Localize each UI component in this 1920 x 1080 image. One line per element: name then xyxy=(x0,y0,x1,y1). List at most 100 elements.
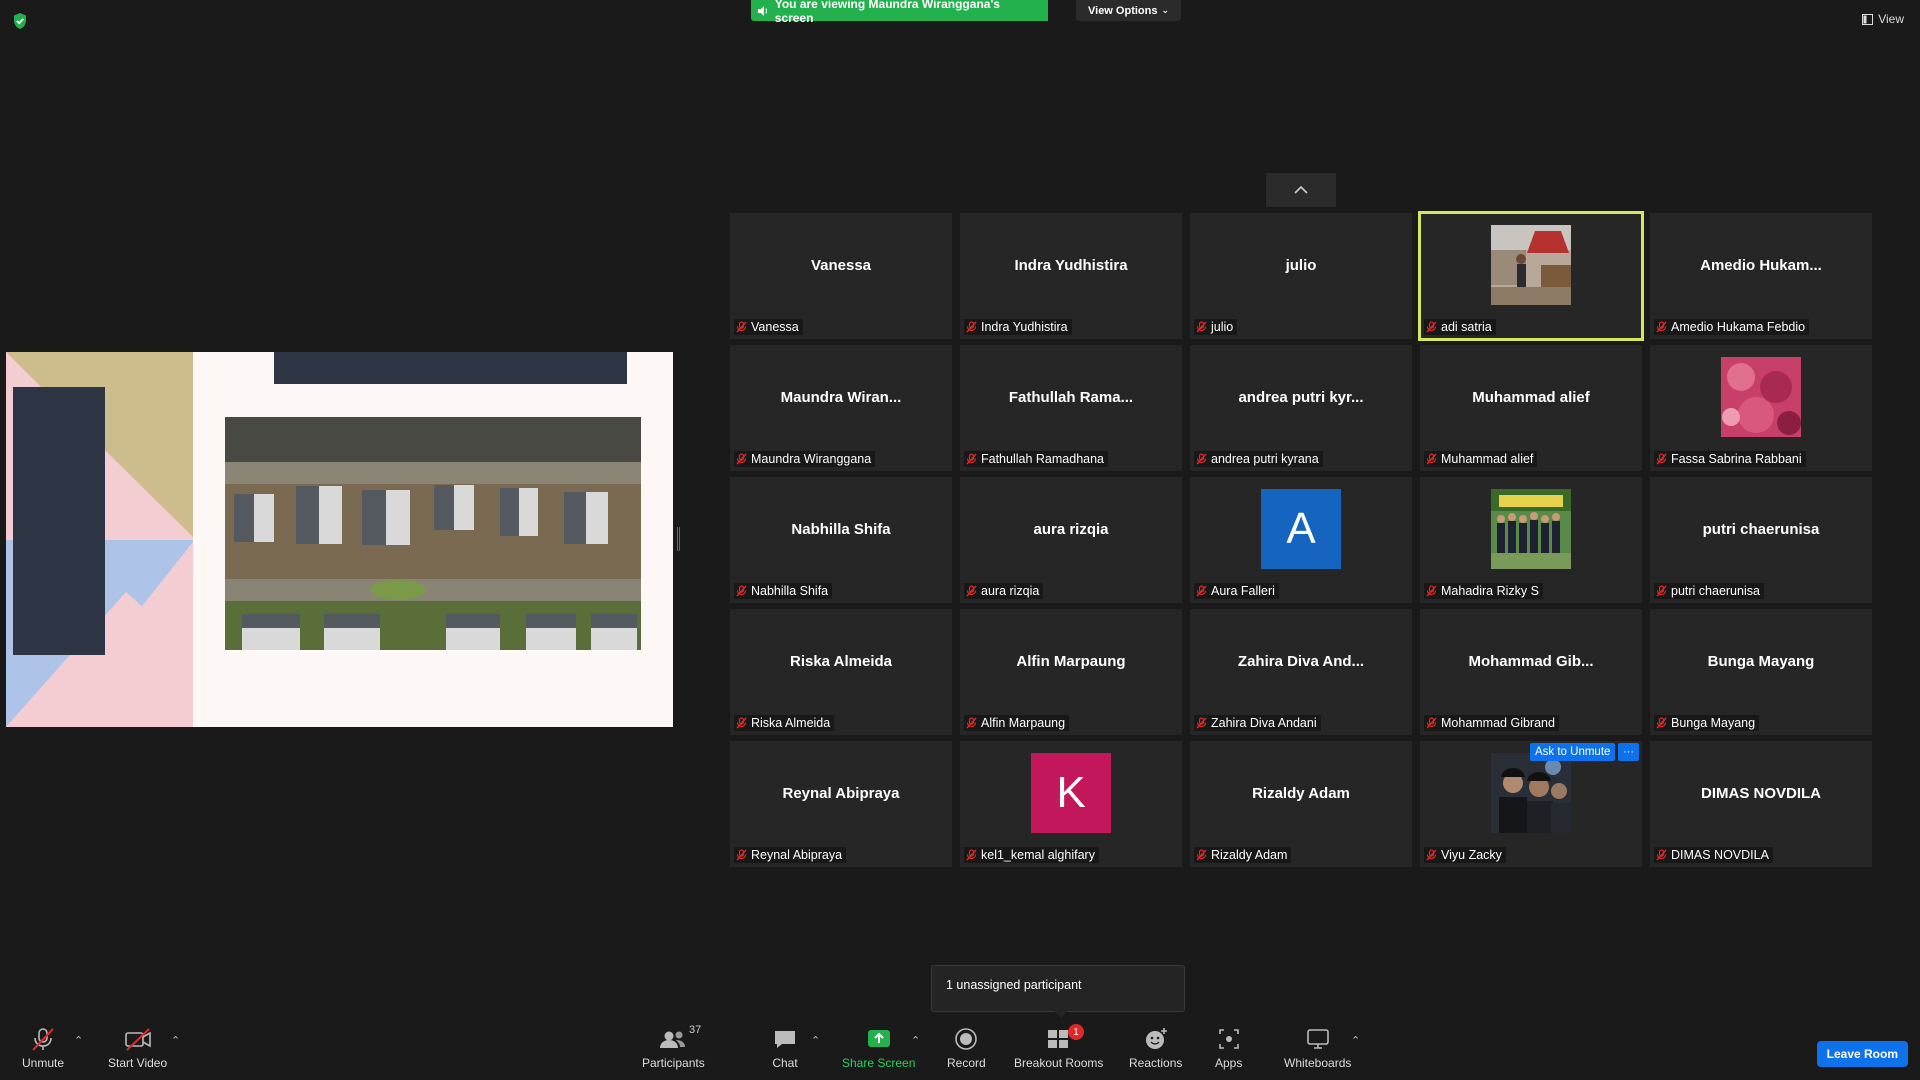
shared-slide xyxy=(6,352,673,727)
share-options-caret-icon[interactable]: ⌃ xyxy=(911,1034,920,1047)
participant-tile[interactable]: Zahira Diva And... Zahira Diva Andani xyxy=(1190,609,1412,735)
split-divider-handle[interactable] xyxy=(677,527,680,551)
breakout-rooms-button[interactable]: Breakout Rooms xyxy=(1014,1026,1103,1070)
participant-name-label: julio xyxy=(1194,319,1238,335)
audio-options-caret-icon[interactable]: ⌃ xyxy=(74,1034,83,1047)
participant-name: Muhammad alief xyxy=(1441,452,1534,466)
participant-name: andrea putri kyrana xyxy=(1211,452,1319,466)
participant-tile[interactable]: A Aura Falleri xyxy=(1190,477,1412,603)
participant-tile[interactable]: Fassa Sabrina Rabbani xyxy=(1650,345,1872,471)
tile-center: julio xyxy=(1190,213,1412,317)
friends-photo xyxy=(1491,753,1571,833)
video-options-caret-icon[interactable]: ⌃ xyxy=(171,1034,180,1047)
participant-tile[interactable]: aura rizqia aura rizqia xyxy=(960,477,1182,603)
unmute-button[interactable]: Unmute xyxy=(22,1026,64,1070)
participant-tile[interactable]: putri chaerunisa putri chaerunisa xyxy=(1650,477,1872,603)
apps-button[interactable]: Apps xyxy=(1215,1026,1242,1070)
microphone-muted-icon xyxy=(32,1028,54,1051)
view-button[interactable]: View xyxy=(1862,12,1904,26)
video-off-icon xyxy=(124,1028,151,1051)
view-options-button[interactable]: View Options ⌄ xyxy=(1076,0,1182,21)
participant-display-name: Fathullah Rama... xyxy=(1008,388,1134,406)
participant-tile[interactable]: Mohammad Gib... Mohammad Gibrand xyxy=(1420,609,1642,735)
participant-name: aura rizqia xyxy=(981,584,1040,598)
ask-to-unmute-label: Ask to Unmute xyxy=(1535,746,1611,758)
chevron-up-icon xyxy=(1294,185,1308,194)
tile-center: Bunga Mayang xyxy=(1650,609,1872,713)
participant-tile[interactable]: Reynal Abipraya Reynal Abipraya xyxy=(730,741,952,867)
more-options-button[interactable]: ··· xyxy=(1618,743,1639,761)
tile-center: aura rizqia xyxy=(960,477,1182,581)
tile-center: Alfin Marpaung xyxy=(960,609,1182,713)
unmute-label: Unmute xyxy=(22,1056,65,1070)
participant-display-name: DIMAS NOVDILA xyxy=(1701,784,1821,802)
participant-tile[interactable]: DIMAS NOVDILA DIMAS NOVDILA xyxy=(1650,741,1872,867)
smiley-icon xyxy=(1145,1028,1167,1049)
participant-name: Fassa Sabrina Rabbani xyxy=(1671,452,1802,466)
participants-count: 37 xyxy=(689,1024,702,1036)
whiteboards-button[interactable]: Whiteboards xyxy=(1284,1026,1351,1070)
scroll-up-button[interactable] xyxy=(1266,173,1336,207)
participant-display-name: Bunga Mayang xyxy=(1707,652,1815,670)
participant-name: DIMAS NOVDILA xyxy=(1671,848,1769,862)
microphone-muted-icon xyxy=(1656,453,1667,465)
participant-tile[interactable]: Amedio Hukam... Amedio Hukama Febdio xyxy=(1650,213,1872,339)
tile-center xyxy=(1420,213,1642,317)
viewing-text: You are viewing Maundra Wiranggana's scr… xyxy=(774,0,1000,25)
participant-tile[interactable]: Kkel1_kemal alghifary xyxy=(960,741,1182,867)
participant-tile[interactable]: Viyu Zacky Ask to Unmute ··· xyxy=(1420,741,1642,867)
participant-name-label: Reynal Abipraya xyxy=(734,847,847,863)
participant-name-label: Fassa Sabrina Rabbani xyxy=(1654,451,1806,467)
start-video-button[interactable]: Start Video xyxy=(108,1026,167,1070)
participant-tile[interactable]: Bunga Mayang Bunga Mayang xyxy=(1650,609,1872,735)
participant-tile[interactable]: Nabhilla Shifa Nabhilla Shifa xyxy=(730,477,952,603)
participant-tile[interactable]: Rizaldy Adam Rizaldy Adam xyxy=(1190,741,1412,867)
participant-tile[interactable]: Muhammad alief Muhammad alief xyxy=(1420,345,1642,471)
leave-room-button[interactable]: Leave Room xyxy=(1816,1041,1908,1067)
tooltip-text: 1 unassigned participant xyxy=(946,978,1082,992)
participant-tile[interactable]: Maundra Wiran... Maundra Wiranggana xyxy=(730,345,952,471)
tile-center xyxy=(1650,345,1872,449)
participant-name-label: Mohammad Gibrand xyxy=(1424,715,1559,731)
participant-tile[interactable]: Riska Almeida Riska Almeida xyxy=(730,609,952,735)
participant-tile[interactable]: julio julio xyxy=(1190,213,1412,339)
participant-tile[interactable]: adi satria xyxy=(1418,211,1644,341)
security-shield-icon[interactable] xyxy=(12,12,28,30)
participant-name-label: Fathullah Ramadhana xyxy=(964,451,1108,467)
record-button[interactable]: Record xyxy=(947,1026,986,1070)
chat-button[interactable]: Chat xyxy=(772,1026,798,1070)
reactions-label: Reactions xyxy=(1129,1056,1183,1070)
participant-tile[interactable]: Vanessa Vanessa xyxy=(730,213,952,339)
whiteboards-label: Whiteboards xyxy=(1284,1056,1352,1070)
reactions-button[interactable]: Reactions xyxy=(1129,1026,1182,1070)
microphone-muted-icon xyxy=(966,585,977,597)
tile-center: Indra Yudhistira xyxy=(960,213,1182,317)
participant-name-label: kel1_kemal alghifary xyxy=(964,847,1099,863)
participant-display-name: Zahira Diva And... xyxy=(1237,652,1365,670)
participant-name-label: adi satria xyxy=(1424,319,1496,335)
grid-view-icon xyxy=(1862,13,1874,25)
participant-tile[interactable]: Mahadira Rizky S xyxy=(1420,477,1642,603)
participant-tile[interactable]: Alfin Marpaung Alfin Marpaung xyxy=(960,609,1182,735)
microphone-muted-icon xyxy=(736,849,747,861)
whiteboard-icon xyxy=(1306,1029,1329,1049)
participant-name: adi satria xyxy=(1441,320,1492,334)
view-options-label: View Options xyxy=(1088,4,1158,17)
ask-to-unmute-button[interactable]: Ask to Unmute xyxy=(1530,743,1616,761)
tile-center: Maundra Wiran... xyxy=(730,345,952,449)
microphone-muted-icon xyxy=(1426,585,1437,597)
participant-name-label: Riska Almeida xyxy=(734,715,835,731)
whiteboards-options-caret-icon[interactable]: ⌃ xyxy=(1351,1034,1360,1047)
participant-tile[interactable]: andrea putri kyr... andrea putri kyrana xyxy=(1190,345,1412,471)
participant-name-label: Bunga Mayang xyxy=(1654,715,1760,731)
participant-tile[interactable]: Indra Yudhistira Indra Yudhistira xyxy=(960,213,1182,339)
participant-display-name: Amedio Hukam... xyxy=(1700,256,1822,274)
participant-display-name: Alfin Marpaung xyxy=(1016,652,1126,670)
participant-display-name: Nabhilla Shifa xyxy=(791,520,891,538)
share-screen-button[interactable]: Share Screen xyxy=(842,1026,915,1070)
tile-center xyxy=(1420,477,1642,581)
participant-tile[interactable]: Fathullah Rama... Fathullah Ramadhana xyxy=(960,345,1182,471)
unassigned-participant-tooltip[interactable]: 1 unassigned participant xyxy=(931,965,1185,1018)
shared-screen[interactable] xyxy=(6,352,673,727)
chat-options-caret-icon[interactable]: ⌃ xyxy=(811,1034,820,1047)
